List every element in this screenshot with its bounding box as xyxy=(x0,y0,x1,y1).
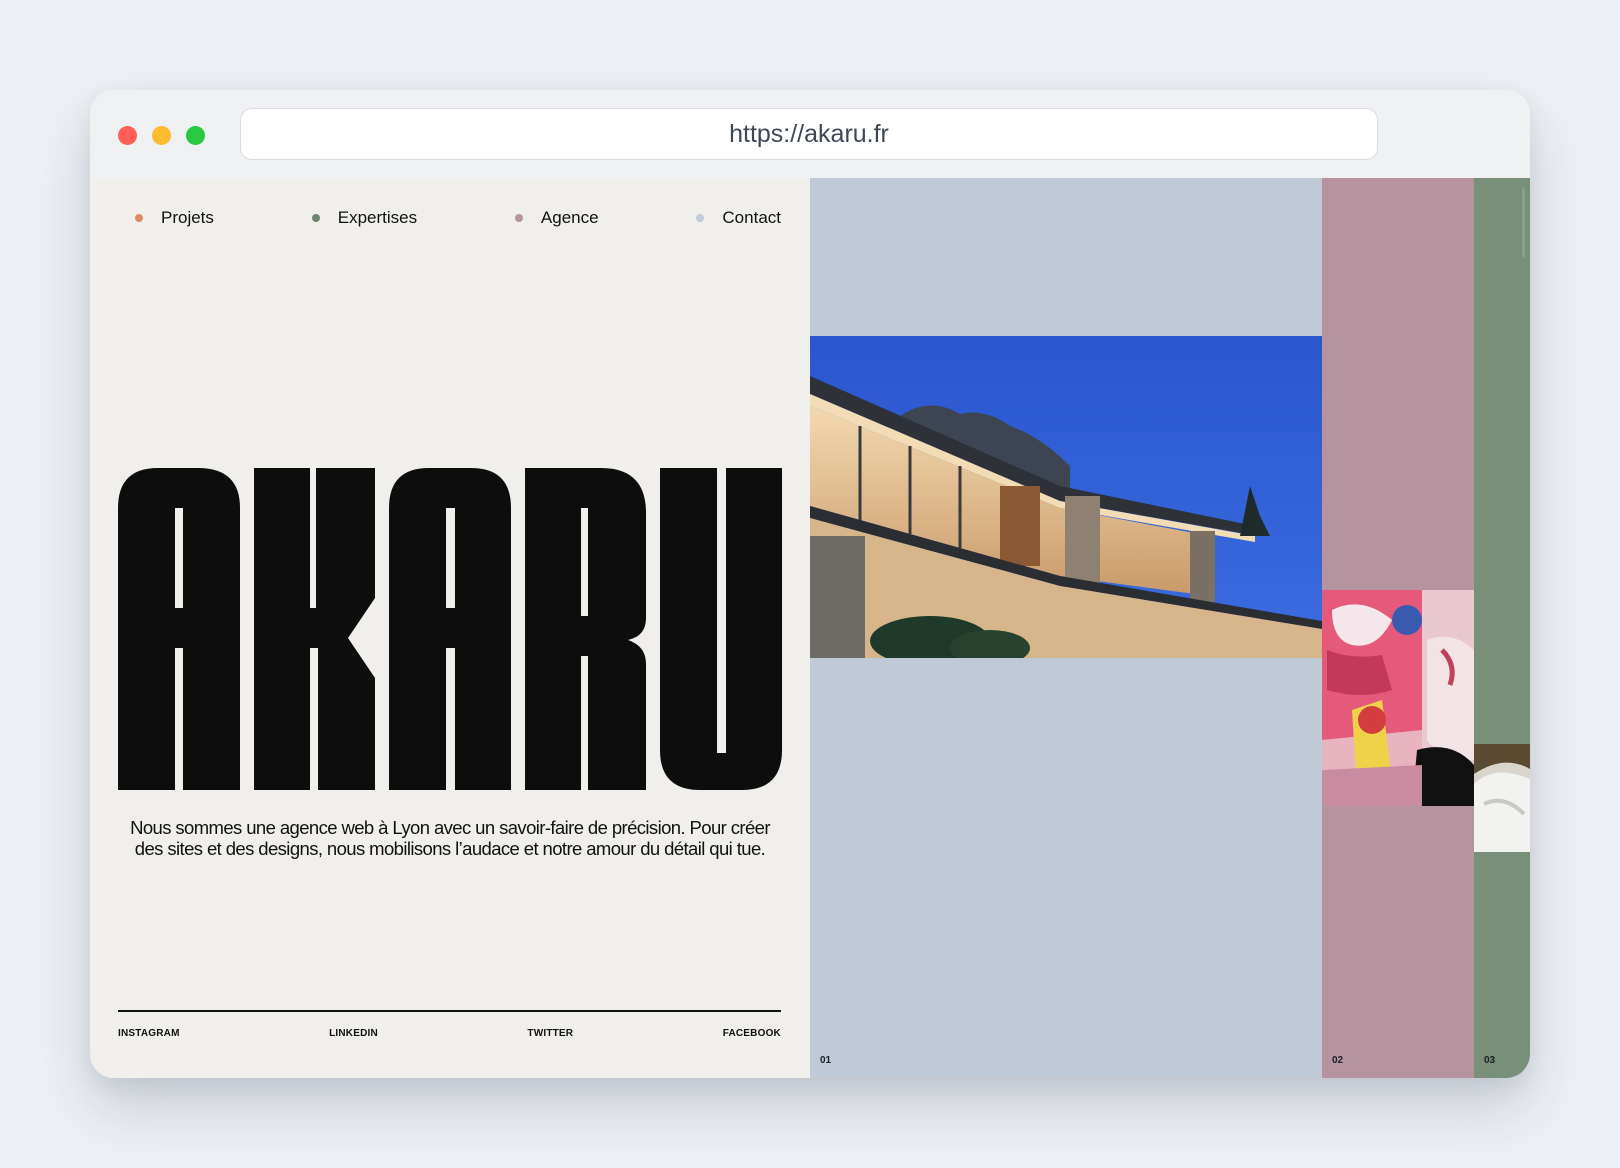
scroll-indicator xyxy=(1522,188,1525,258)
nav-dot-icon xyxy=(514,214,523,222)
project-number: 03 xyxy=(1484,1055,1496,1066)
social-link-twitter[interactable]: TWITTER xyxy=(527,1028,573,1039)
divider xyxy=(118,1010,781,1012)
project-image-street-art xyxy=(1322,590,1474,806)
project-panel-03[interactable]: 03 xyxy=(1474,178,1530,1078)
project-panel-02[interactable]: 02 xyxy=(1322,178,1474,1078)
project-number: 01 xyxy=(820,1055,832,1066)
project-panel-01[interactable]: 01 xyxy=(810,178,1322,1078)
nav-item-label: Projets xyxy=(161,208,214,227)
browser-window: https://akaru.fr Projets Expertises Agen… xyxy=(90,90,1530,1078)
project-image-house xyxy=(810,336,1322,658)
minimize-window-button[interactable] xyxy=(152,126,171,145)
social-links: INSTAGRAM LINKEDIN TWITTER FACEBOOK xyxy=(118,1028,781,1039)
nav-item-projets[interactable]: Projets xyxy=(135,208,214,228)
nav-item-label: Agence xyxy=(540,208,599,227)
browser-toolbar: https://akaru.fr xyxy=(90,90,1530,178)
webpage: Projets Expertises Agence Contact Nous s… xyxy=(90,178,1530,1078)
main-nav: Projets Expertises Agence Contact xyxy=(135,208,781,228)
social-link-facebook[interactable]: FACEBOOK xyxy=(723,1028,781,1039)
nav-item-agence[interactable]: Agence xyxy=(514,208,599,228)
akaru-logo xyxy=(118,468,782,790)
nav-item-expertises[interactable]: Expertises xyxy=(311,208,418,228)
nav-item-contact[interactable]: Contact xyxy=(696,208,781,228)
nav-item-label: Contact xyxy=(722,208,781,227)
social-link-instagram[interactable]: INSTAGRAM xyxy=(118,1028,180,1039)
nav-dot-icon xyxy=(696,214,705,222)
nav-dot-icon xyxy=(135,214,143,222)
address-bar[interactable]: https://akaru.fr xyxy=(240,108,1378,160)
agency-tagline: Nous sommes une agence web à Lyon avec u… xyxy=(130,816,770,859)
hero-section: Projets Expertises Agence Contact Nous s… xyxy=(90,178,810,1078)
project-number: 02 xyxy=(1332,1055,1344,1066)
close-window-button[interactable] xyxy=(118,126,137,145)
address-bar-url: https://akaru.fr xyxy=(729,119,889,148)
project-image-03 xyxy=(1474,744,1530,852)
social-link-linkedin[interactable]: LINKEDIN xyxy=(329,1028,378,1039)
maximize-window-button[interactable] xyxy=(186,126,205,145)
nav-item-label: Expertises xyxy=(337,208,418,227)
nav-dot-icon xyxy=(311,214,320,222)
